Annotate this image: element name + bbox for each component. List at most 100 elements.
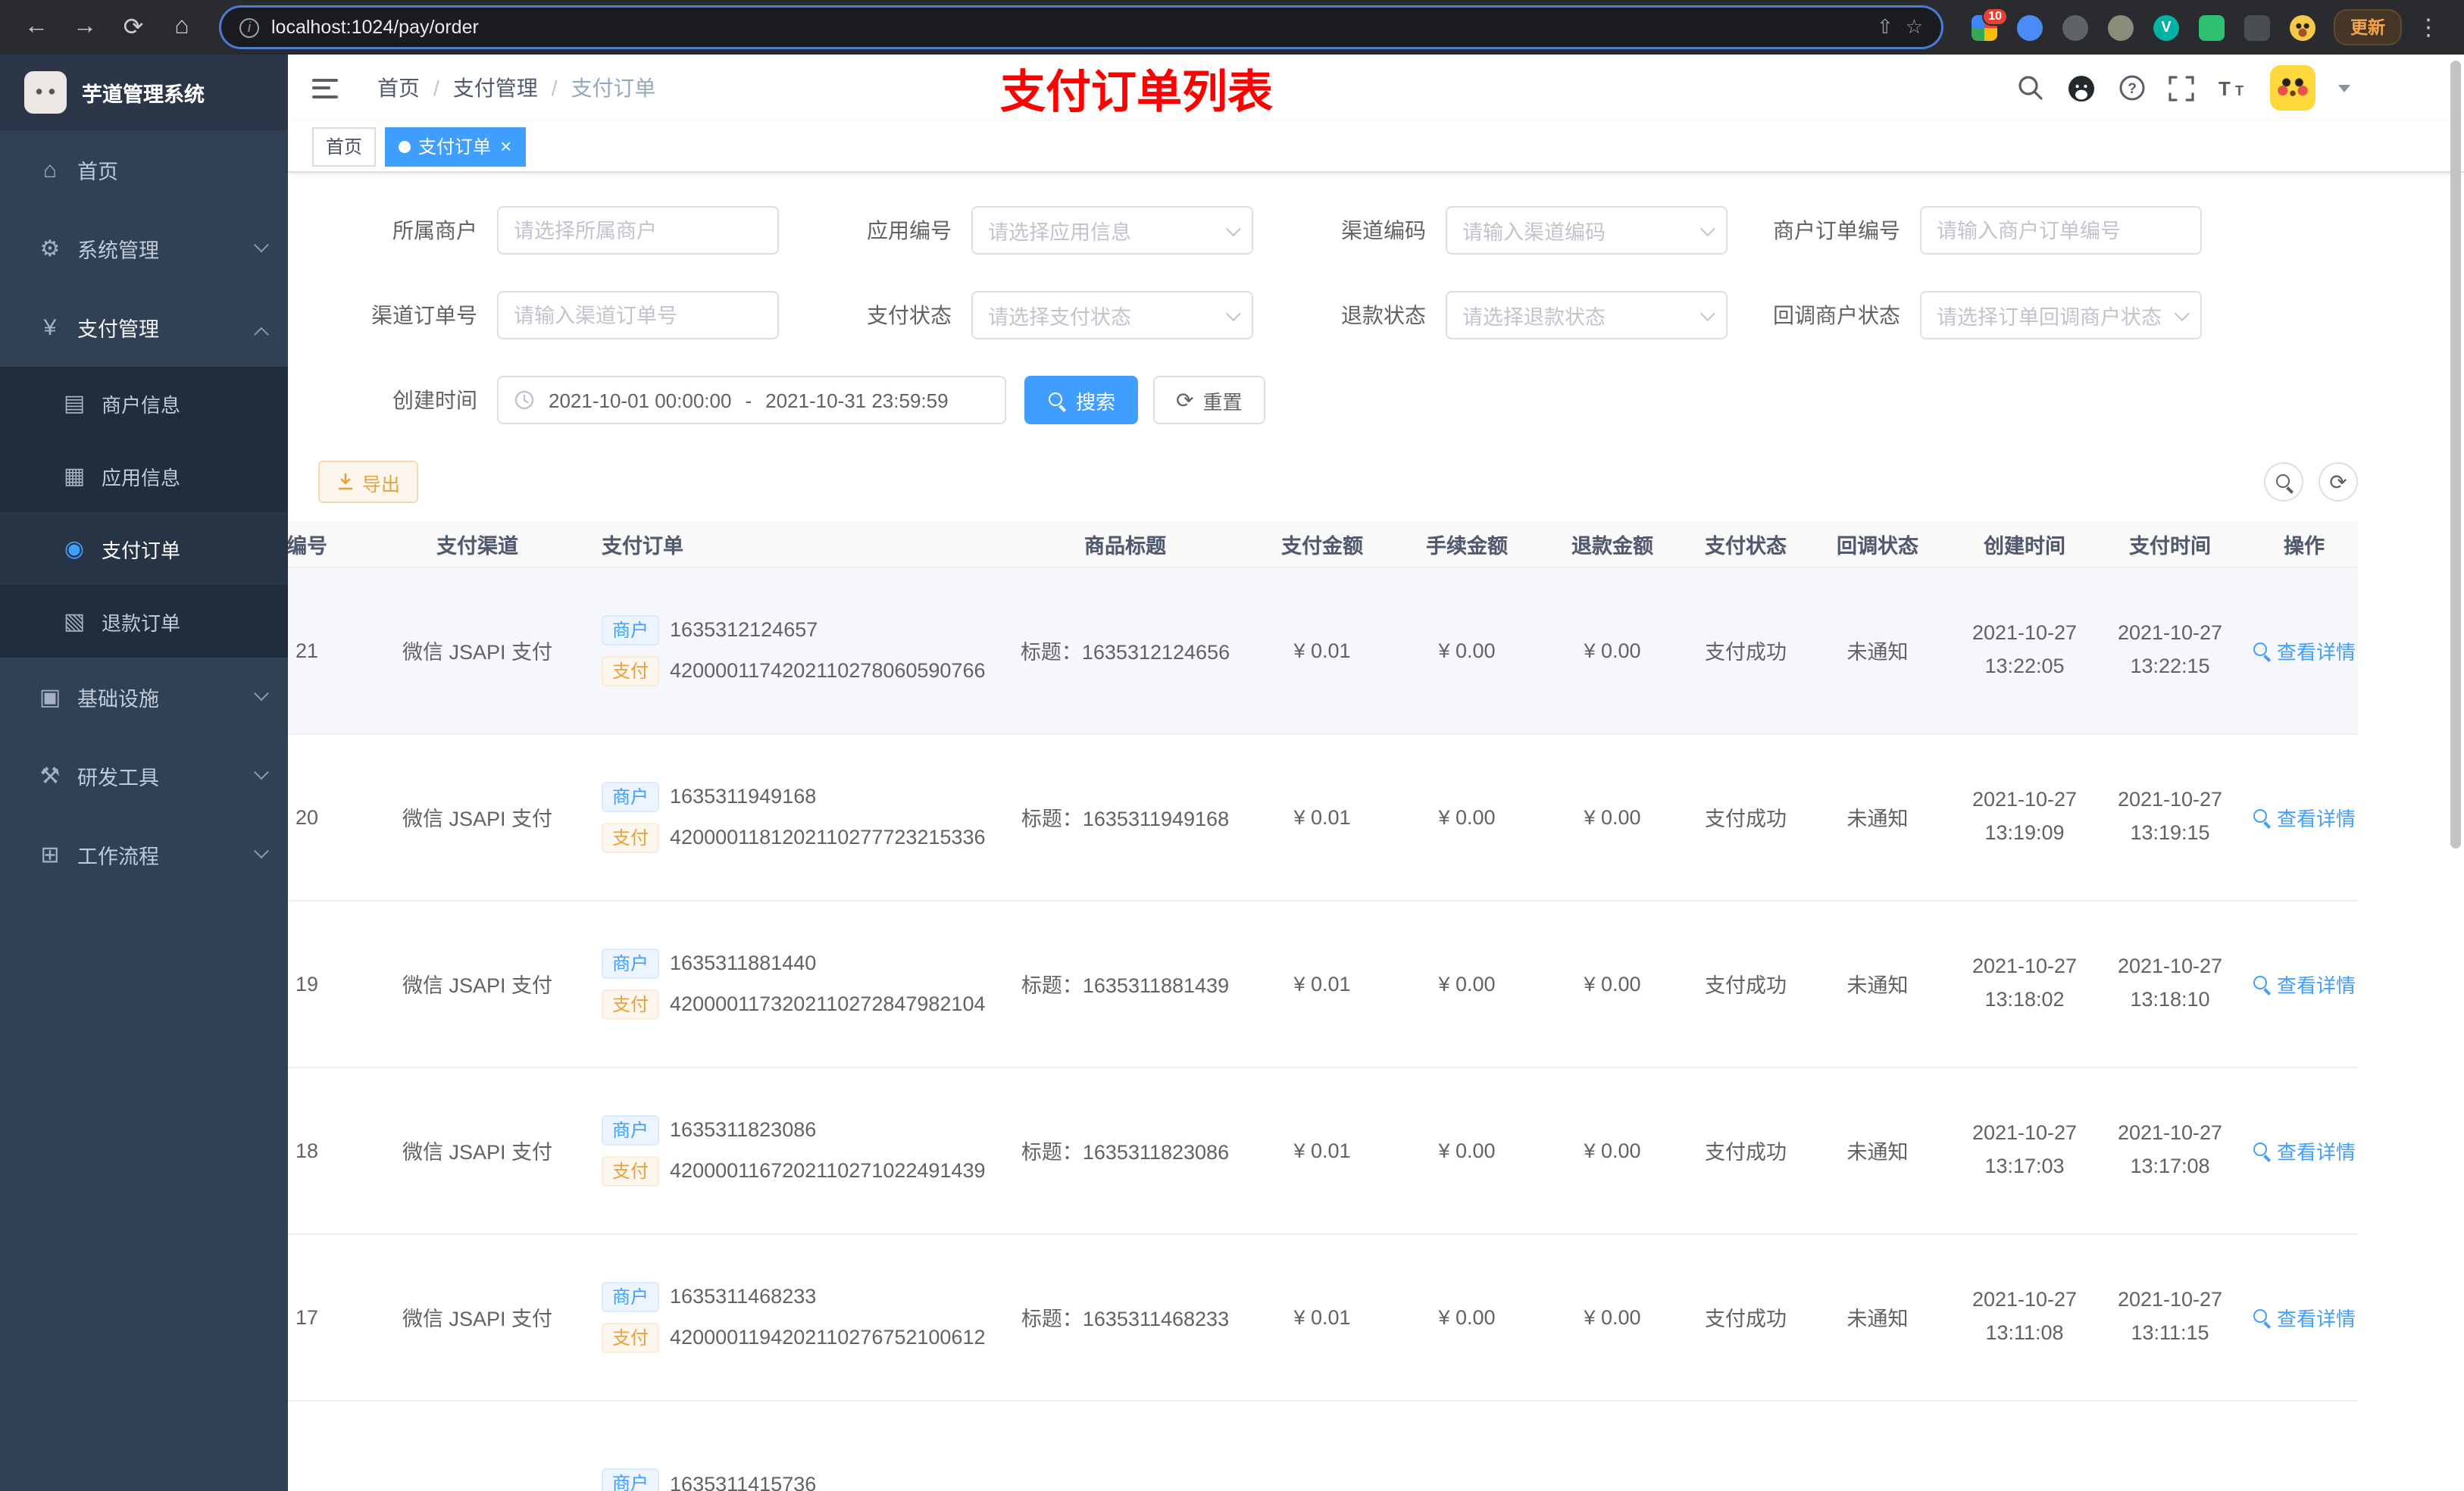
reload-icon[interactable]: ⟳ [112, 6, 155, 48]
reset-button[interactable]: ⟳ 重置 [1153, 376, 1265, 424]
pay-order-cell: 商户 1635311823086 支付 4200001167202110271022… [583, 1067, 1000, 1234]
tab-home[interactable]: 首页 [312, 127, 377, 166]
extension-icon-1[interactable]: 10 [1972, 7, 2008, 40]
hamburger-icon[interactable] [312, 78, 338, 98]
merchant-select-input[interactable] [497, 206, 779, 255]
col-pay-order: 支付订单 [583, 521, 1000, 567]
sidebar-item-pay-order[interactable]: ◉ 支付订单 [0, 512, 288, 585]
scrollbar-thumb[interactable] [2450, 61, 2461, 849]
user-avatar[interactable] [2270, 65, 2315, 111]
chevron-down-icon [254, 236, 269, 252]
extension-icon-5[interactable]: V [2153, 14, 2179, 40]
table-tools: ⟳ [2264, 462, 2358, 502]
chrome-update-button[interactable]: 更新 [2334, 9, 2402, 45]
sidebar-item-infra[interactable]: ▣ 基础设施 [0, 658, 288, 736]
sidebar-item-merchant-info[interactable]: ▤ 商户信息 [0, 367, 288, 439]
font-size-icon[interactable]: TT [2217, 76, 2247, 100]
site-info-icon[interactable]: i [239, 17, 259, 37]
sidebar-item-system[interactable]: ⚙ 系统管理 [0, 209, 288, 288]
view-detail-link[interactable]: 查看详情 [2253, 969, 2356, 998]
table-toolbar: 导出 ⟳ [318, 461, 2358, 503]
order-id: 20 [288, 733, 371, 901]
help-icon[interactable]: ? [2118, 74, 2146, 102]
close-icon[interactable]: × [500, 136, 511, 156]
created-time: 2021-10-27 13:22:05 [1949, 567, 2100, 734]
url-text[interactable]: localhost:1024/pay/order [271, 17, 1865, 38]
refund-status-select[interactable]: 请选择退款状态 [1446, 291, 1728, 339]
table-header-row: 编号 支付渠道 支付订单 商品标题 支付金额 手续金额 退款金额 支付状态 回调… [288, 521, 2358, 567]
create-time-range-picker[interactable]: 2021-10-01 00:00:00 - 2021-10-31 23:59:5… [497, 376, 1006, 424]
filter-label: 支付状态 [867, 303, 952, 327]
chevron-up-icon [254, 326, 269, 342]
merchant-order-no-input[interactable] [1920, 206, 2202, 255]
extension-icon-4[interactable] [2108, 14, 2134, 40]
extension-badge: 10 [1982, 7, 2008, 25]
github-icon[interactable] [2067, 73, 2096, 102]
refresh-table-button[interactable]: ⟳ [2319, 462, 2358, 502]
table-row: 19 微信 JSAPI 支付 商户 1635311881440 支付 4200001… [288, 900, 2358, 1067]
browser-menu-icon[interactable]: ⋮ [2408, 14, 2449, 41]
search-button[interactable]: 搜索 [1024, 376, 1139, 424]
sidebar-item-devtool[interactable]: ⚒ 研发工具 [0, 736, 288, 815]
view-detail-link[interactable]: 查看详情 [2253, 1302, 2356, 1331]
paid-time: 2021-10-27 13:19:15 [2100, 733, 2240, 901]
notify-status: 未通知 [1806, 1067, 1949, 1234]
export-button[interactable]: 导出 [318, 461, 419, 503]
chevron-down-icon [1699, 220, 1715, 236]
merchant-order-no: 1635311823086 [670, 1118, 817, 1141]
pay-status-select[interactable]: 请选择支付状态 [971, 291, 1253, 339]
breadcrumb-payment[interactable]: 支付管理 [453, 73, 538, 103]
search-icon[interactable] [2017, 74, 2044, 102]
fee-amount: ¥ 0.00 [1394, 567, 1540, 734]
download-icon [338, 473, 353, 490]
app-select[interactable]: 请选择应用信息 [971, 206, 1253, 255]
navbar-actions: ? TT [2017, 65, 2350, 111]
extension-icon-2[interactable] [2017, 14, 2043, 40]
payment-submenu: ▤ 商户信息 ▦ 应用信息 ◉ 支付订单 ▧ 退款订单 [0, 367, 288, 658]
created-time: 2021-10-27 13:18:02 [1949, 900, 2100, 1067]
sidebar-item-home[interactable]: ⌂ 首页 [0, 130, 288, 209]
forward-icon[interactable]: → [64, 6, 106, 48]
table-row-partial: 商户 1635311415736 [288, 1400, 2358, 1491]
merchant-tag: 商户 [602, 1281, 660, 1311]
back-icon[interactable]: ← [15, 6, 58, 48]
col-actions: 操作 [2240, 521, 2358, 567]
pay-status: 支付成功 [1685, 1233, 1806, 1401]
extension-icon-3[interactable] [2062, 14, 2088, 40]
breadcrumb-home[interactable]: 首页 [377, 73, 420, 103]
pay-status: 支付成功 [1685, 1067, 1806, 1234]
view-detail-link[interactable]: 查看详情 [2253, 1136, 2356, 1164]
pay-channel: 微信 JSAPI 支付 [371, 733, 583, 901]
pay-amount: ¥ 0.01 [1250, 733, 1394, 901]
top-navbar: 首页 / 支付管理 / 支付订单 支付订单列表 ? T T [288, 55, 2464, 121]
col-paid: 支付时间 [2100, 521, 2240, 567]
tool-icon: ⚒ [39, 764, 61, 789]
view-detail-link[interactable]: 查看详情 [2253, 802, 2356, 831]
home-icon[interactable]: ⌂ [161, 6, 203, 48]
extension-icon-6[interactable] [2199, 14, 2225, 40]
sidebar-item-workflow[interactable]: ⊞ 工作流程 [0, 815, 288, 894]
tab-pay-order[interactable]: 支付订单 × [385, 127, 526, 166]
product-title: 标题：1635312124656 [1000, 567, 1250, 734]
fullscreen-icon[interactable] [2169, 75, 2194, 101]
toggle-search-button[interactable] [2264, 462, 2303, 502]
bookmark-star-icon[interactable]: ☆ [1906, 15, 1923, 39]
merchant-tag: 商户 [602, 1468, 660, 1491]
sidebar-item-app-info[interactable]: ▦ 应用信息 [0, 439, 288, 512]
extensions-puzzle-icon[interactable] [2244, 14, 2270, 40]
channel-order-no-input[interactable] [497, 291, 779, 339]
address-bar[interactable]: i localhost:1024/pay/order ⇧ ☆ [221, 8, 1941, 47]
pay-amount: ¥ 0.01 [1250, 1233, 1394, 1401]
actions-cell: 查看详情 [2240, 567, 2358, 734]
channel-code-select[interactable]: 请输入渠道编码 [1446, 206, 1728, 255]
notify-status: 未通知 [1806, 1233, 1949, 1401]
notify-status-select[interactable]: 请选择订单回调商户状态 [1920, 291, 2202, 339]
profile-emoji-icon[interactable] [2290, 14, 2315, 40]
col-title: 商品标题 [1000, 521, 1250, 567]
sidebar-item-refund-order[interactable]: ▧ 退款订单 [0, 585, 288, 658]
share-icon[interactable]: ⇧ [1877, 15, 1893, 39]
paid-time: 2021-10-27 13:18:10 [2100, 900, 2240, 1067]
avatar-caret-icon[interactable] [2338, 84, 2350, 92]
view-detail-link[interactable]: 查看详情 [2253, 636, 2356, 664]
sidebar-item-payment[interactable]: ¥ 支付管理 [0, 288, 288, 367]
